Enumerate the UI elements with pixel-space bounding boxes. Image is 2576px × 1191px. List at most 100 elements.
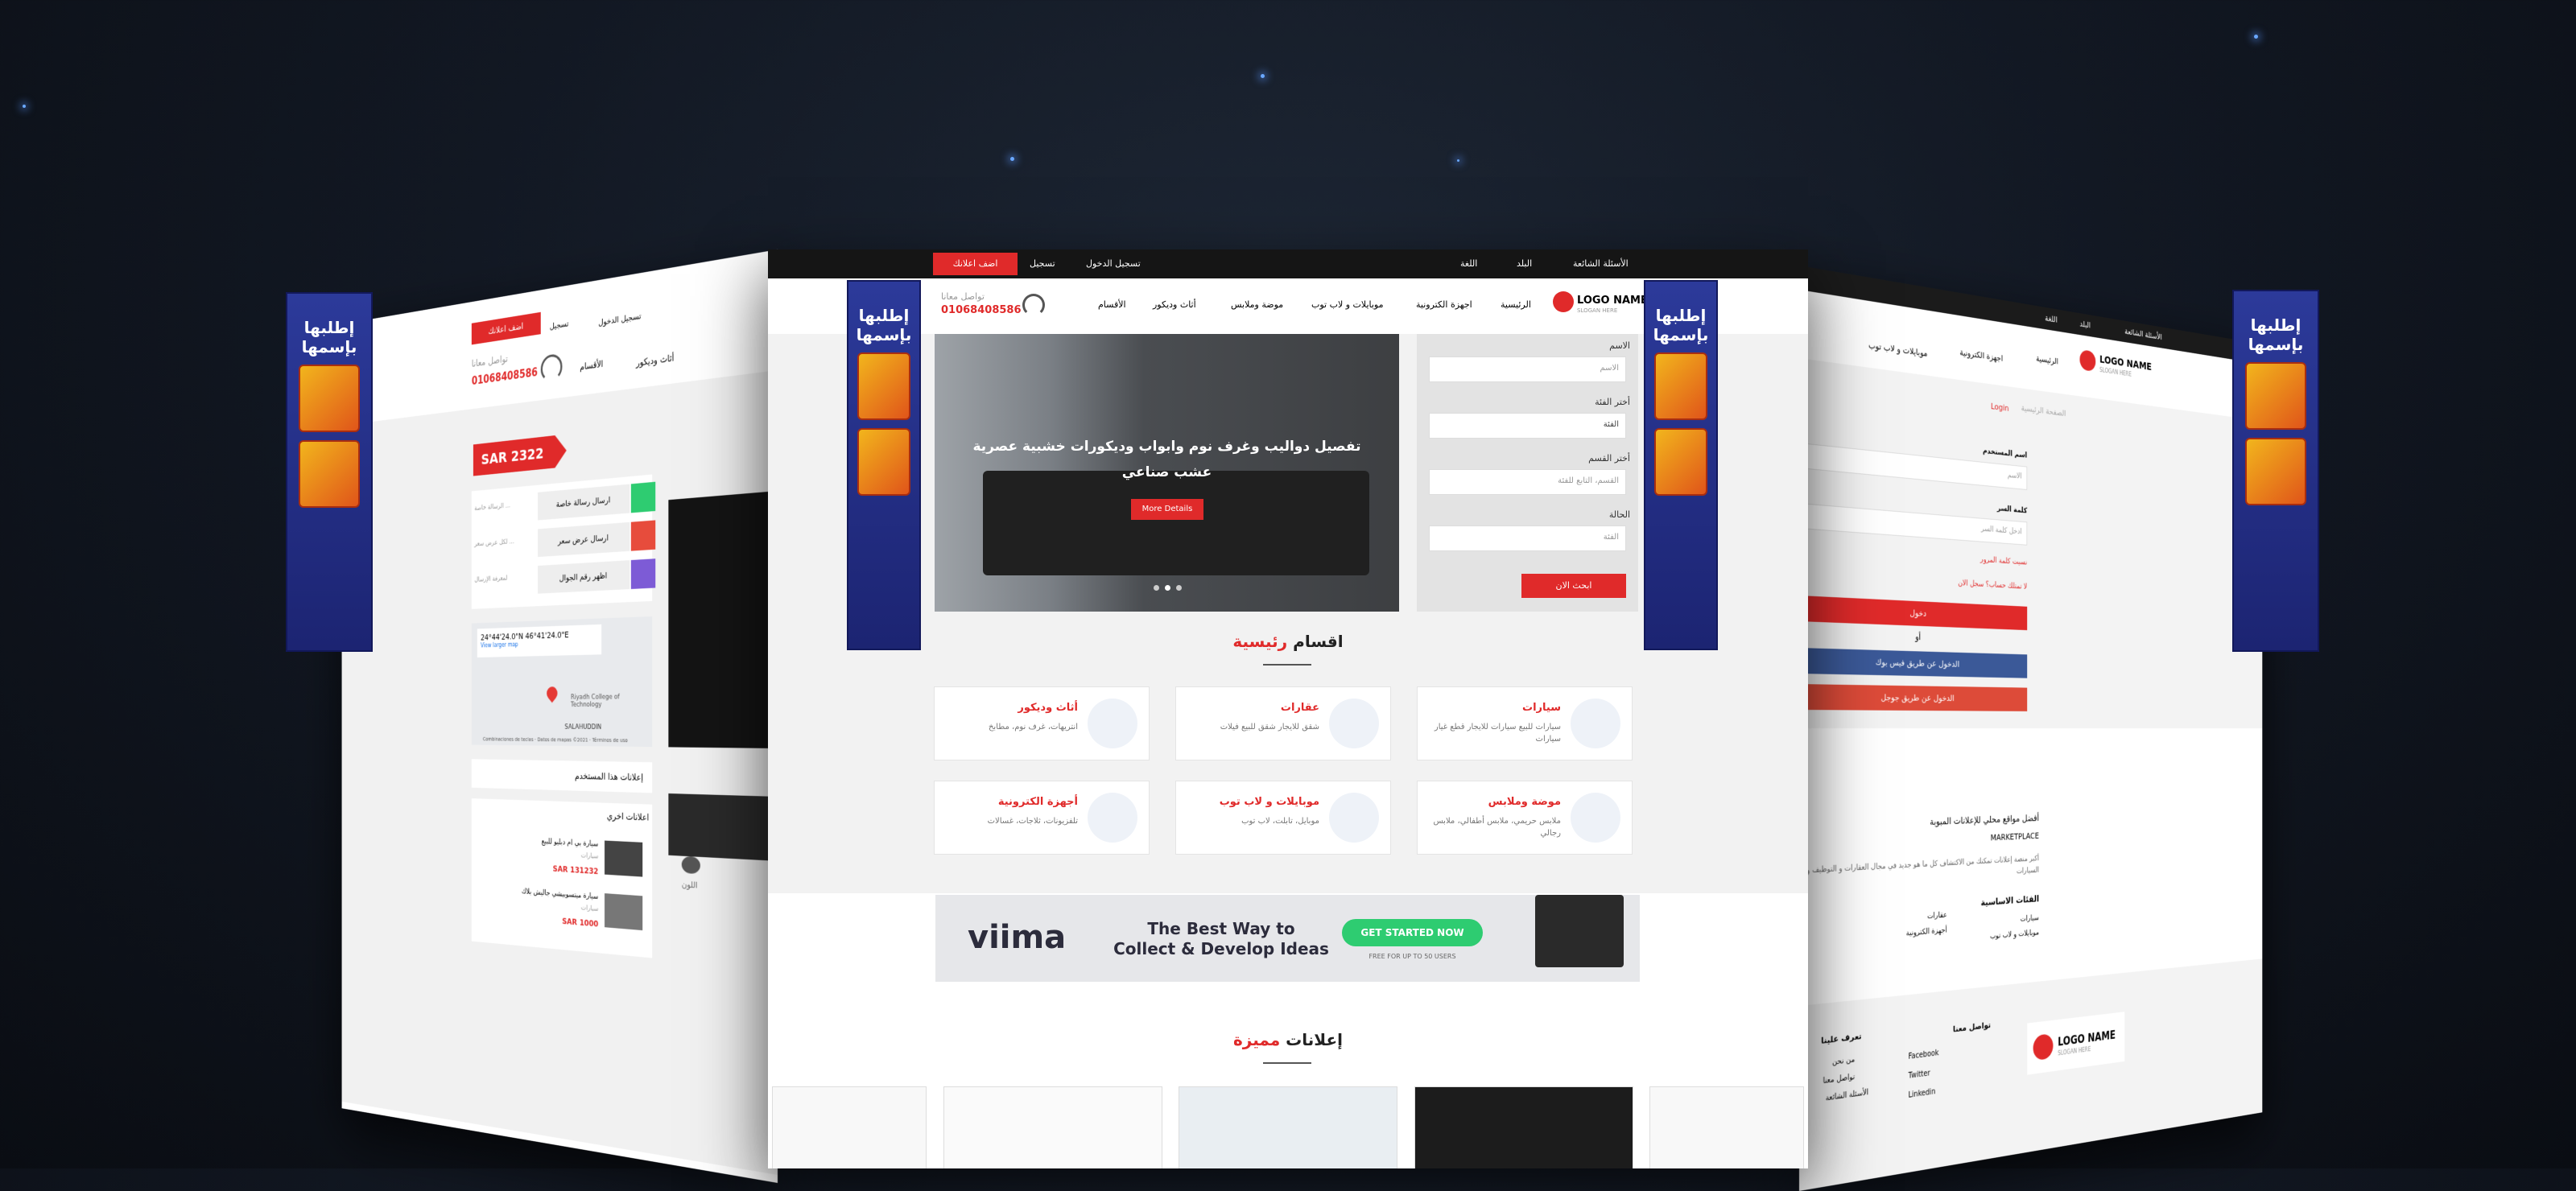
country-select[interactable]: البلد	[2080, 319, 2091, 330]
contact-label: تواصل معانا	[471, 353, 508, 370]
logo-name[interactable]: LOGO NAME	[1577, 295, 1648, 307]
category-desc: ملابس حريمي، ملابس أطفالي، ملابس رجالي	[1433, 817, 1561, 838]
nav-mobiles[interactable]: موبايلات و لاب توب	[1868, 340, 1927, 359]
language-select[interactable]: اللغة	[1460, 258, 1477, 269]
armchair-icon	[1088, 699, 1137, 748]
palette-icon	[681, 855, 700, 875]
hero-slider[interactable]: تفصيل دواليب وغرف نوم وابواب وديكورات خش…	[935, 334, 1399, 612]
language-select[interactable]: اللغة	[2045, 313, 2057, 324]
phone-number[interactable]: 01068408586	[472, 365, 538, 388]
phone-number[interactable]: 01068408586	[941, 304, 1022, 316]
viima-ad-banner[interactable]: viima The Best Way to Collect & Develop …	[935, 895, 1640, 982]
product-bag-image	[1654, 352, 1707, 420]
featured-card[interactable]	[772, 1086, 927, 1168]
category-card-fashion[interactable]: موضة وملابس ملابس حريمي، ملابس أطفالي، م…	[1417, 781, 1633, 855]
category-title: أجهزة الكترونية	[997, 796, 1078, 808]
get-started-button[interactable]: GET STARTED NOW	[1342, 919, 1483, 946]
country-select[interactable]: البلد	[1517, 258, 1532, 269]
search-submit-button[interactable]: ابحث الان	[1521, 574, 1626, 598]
nav-home[interactable]: الرئيسية	[1501, 299, 1531, 310]
nav-electronics[interactable]: اجهزة الكترونية	[1416, 299, 1472, 310]
banner-text: بإسمها	[1653, 325, 1709, 344]
map[interactable]: 24°44'24.0"N 46°41'24.0"E View larger ma…	[471, 616, 653, 748]
section-select[interactable]: القسم، التابع للفئة	[1429, 469, 1626, 495]
ad-banner-right[interactable]: إطلبها بإسمها	[2232, 290, 2319, 652]
banner-text: إطلبها	[2250, 315, 2301, 335]
slider-dot[interactable]	[1176, 585, 1182, 591]
footer-cat[interactable]: أجهزة الكترونية	[1855, 926, 1947, 942]
other-ad-image[interactable]	[605, 893, 643, 931]
footer-cat[interactable]: سيارات	[1954, 914, 2039, 929]
mobile-icon	[1329, 793, 1379, 843]
status-select[interactable]: الفئة	[1429, 525, 1626, 551]
chip-icon	[1088, 793, 1137, 843]
nav-mobiles[interactable]: موبايلات و لاب توب	[1311, 299, 1384, 310]
footer-cat[interactable]: موبايلات و لاب توب	[1954, 929, 2039, 944]
nav-furniture[interactable]: أثاث وديكور	[636, 352, 674, 369]
color-label: اللون	[681, 879, 698, 891]
category-desc: تلفزيونات، ثلاجات، غسالات	[987, 817, 1078, 826]
nav-home[interactable]: الرئيسية	[2036, 353, 2058, 366]
nav-sections[interactable]: الأقسام	[1098, 299, 1126, 310]
dress-icon	[1571, 793, 1620, 843]
map-place: Riyadh College of Technology	[570, 693, 620, 709]
featured-card[interactable]	[1414, 1086, 1633, 1168]
map-credit: Combinaciones de teclas · Datos de mapas…	[482, 736, 628, 744]
product-bag-image	[857, 428, 910, 496]
slider-dot[interactable]	[1154, 585, 1159, 591]
category-desc: سيارات للبيع سيارات للايجار قطع غيار سيا…	[1434, 723, 1561, 744]
nav-fashion[interactable]: موضة وملابس	[1231, 299, 1283, 310]
product-image[interactable]	[668, 491, 778, 748]
product-bag-image	[1654, 428, 1707, 496]
status-label: الحالة	[1608, 509, 1630, 520]
category-select[interactable]: الفئة	[1429, 413, 1626, 439]
category-desc: انتريهات، غرف نوم، مطابخ	[988, 723, 1078, 731]
add-ad-button[interactable]: اضف اعلانك	[933, 253, 1018, 275]
title-divider	[1263, 1062, 1311, 1064]
search-panel: الاسم الاسم أختر الفئة الفئة أختر القسم …	[1417, 334, 1638, 612]
product-thumbnail[interactable]	[668, 793, 778, 861]
about-text: أكبر منصة إعلانات تمكنك من الاكتشاف كل م…	[1806, 854, 2039, 876]
register-link[interactable]: تسجيل	[550, 319, 569, 332]
category-card-furniture[interactable]: أثاث وديكور انتريهات، غرف نوم، مطابخ	[934, 686, 1150, 760]
register-link[interactable]: تسجيل	[1030, 258, 1055, 269]
product-bag-image	[298, 365, 361, 432]
send-offer-button[interactable]: ارسال عرض سعر	[538, 521, 630, 558]
product-bag-image	[298, 440, 361, 508]
ad-banner-center-right[interactable]: إطلبها بإسمها	[1644, 280, 1718, 650]
nav-furniture[interactable]: أثاث وديكور	[1153, 299, 1196, 310]
laptop-image	[1535, 895, 1624, 967]
more-details-button[interactable]: More Details	[1131, 499, 1203, 520]
contact-label: تواصل معانا	[941, 291, 985, 302]
ad-banner-left[interactable]: إطلبها بإسمها	[286, 292, 373, 652]
main-cats-heading: الفئات الاساسية	[1980, 893, 2039, 909]
featured-card[interactable]	[1179, 1086, 1397, 1168]
login-link[interactable]: تسجيل الدخول	[1086, 258, 1141, 269]
ad-subtext: FREE FOR UP TO 50 USERS	[1368, 953, 1456, 960]
category-card-cars[interactable]: سيارات سيارات للبيع سيارات للايجار قطع غ…	[1417, 686, 1633, 760]
sofa-image	[983, 471, 1369, 575]
footer-cat[interactable]: عقارات	[1855, 911, 1947, 926]
banner-text: بإسمها	[301, 337, 357, 356]
show-phone-button[interactable]: اظهر رقم الجوال	[538, 560, 630, 594]
product-bag-image	[2244, 362, 2307, 430]
slider-dot[interactable]	[1165, 585, 1170, 591]
category-card-mobiles[interactable]: موبايلات و لاب توب موبايل، تابلت، لاب تو…	[1175, 781, 1391, 855]
category-label: أختر الفئة	[1595, 397, 1630, 407]
nav-electronics[interactable]: اجهزة الكترونية	[1959, 348, 2003, 364]
house-icon	[1329, 699, 1379, 748]
section-label: أختر القسم	[1588, 453, 1630, 464]
about-marketplace: MARKETPLACE	[1990, 830, 2039, 843]
featured-card[interactable]	[1649, 1086, 1804, 1168]
category-card-realestate[interactable]: عقارات شقق للايجار شقق للبيع فيلات	[1175, 686, 1391, 760]
category-card-electronics[interactable]: أجهزة الكترونية تلفزيونات، ثلاجات، غسالا…	[934, 781, 1150, 855]
nav-sections[interactable]: الأقسام	[580, 358, 603, 372]
other-ad-image[interactable]	[605, 840, 643, 877]
name-input[interactable]: الاسم	[1429, 356, 1626, 382]
google-login-button[interactable]: الدخول عن طريق جوجل	[1799, 684, 2028, 711]
map-pin-icon	[544, 683, 560, 703]
right-page-screen: الأسئلة الشائعة البلد اللغة LOGO NAME SL…	[1799, 266, 2263, 1191]
featured-card[interactable]	[943, 1086, 1162, 1168]
ad-banner-center-left[interactable]: إطلبها بإسمها	[847, 280, 921, 650]
faq-link[interactable]: الأسئلة الشائعة	[1573, 258, 1629, 269]
